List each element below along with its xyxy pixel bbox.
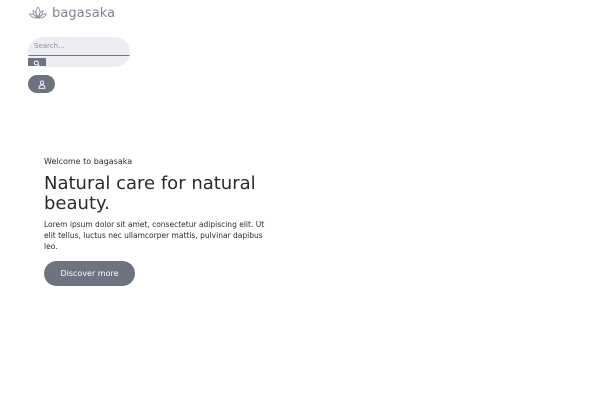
hero-section: Welcome to bagasaka Natural care for nat…	[44, 157, 284, 286]
search-button[interactable]	[28, 58, 46, 67]
lotus-icon	[28, 5, 48, 21]
site-logo[interactable]: bagasaka	[28, 4, 115, 22]
hero-title: Natural care for natural beauty.	[44, 173, 256, 214]
user-icon	[38, 77, 46, 92]
hero-description: Lorem ipsum dolor sit amet, consectetur …	[44, 220, 265, 251]
user-account-button[interactable]	[28, 75, 55, 93]
logo-text: bagasaka	[52, 5, 116, 21]
search-icon	[33, 55, 41, 70]
page: bagasaka Welcome to bagasaka Natural car…	[0, 0, 600, 400]
hero-eyebrow: Welcome to bagasaka	[44, 157, 133, 166]
search-input[interactable]	[28, 37, 130, 56]
discover-more-button[interactable]: Discover more	[44, 261, 135, 286]
